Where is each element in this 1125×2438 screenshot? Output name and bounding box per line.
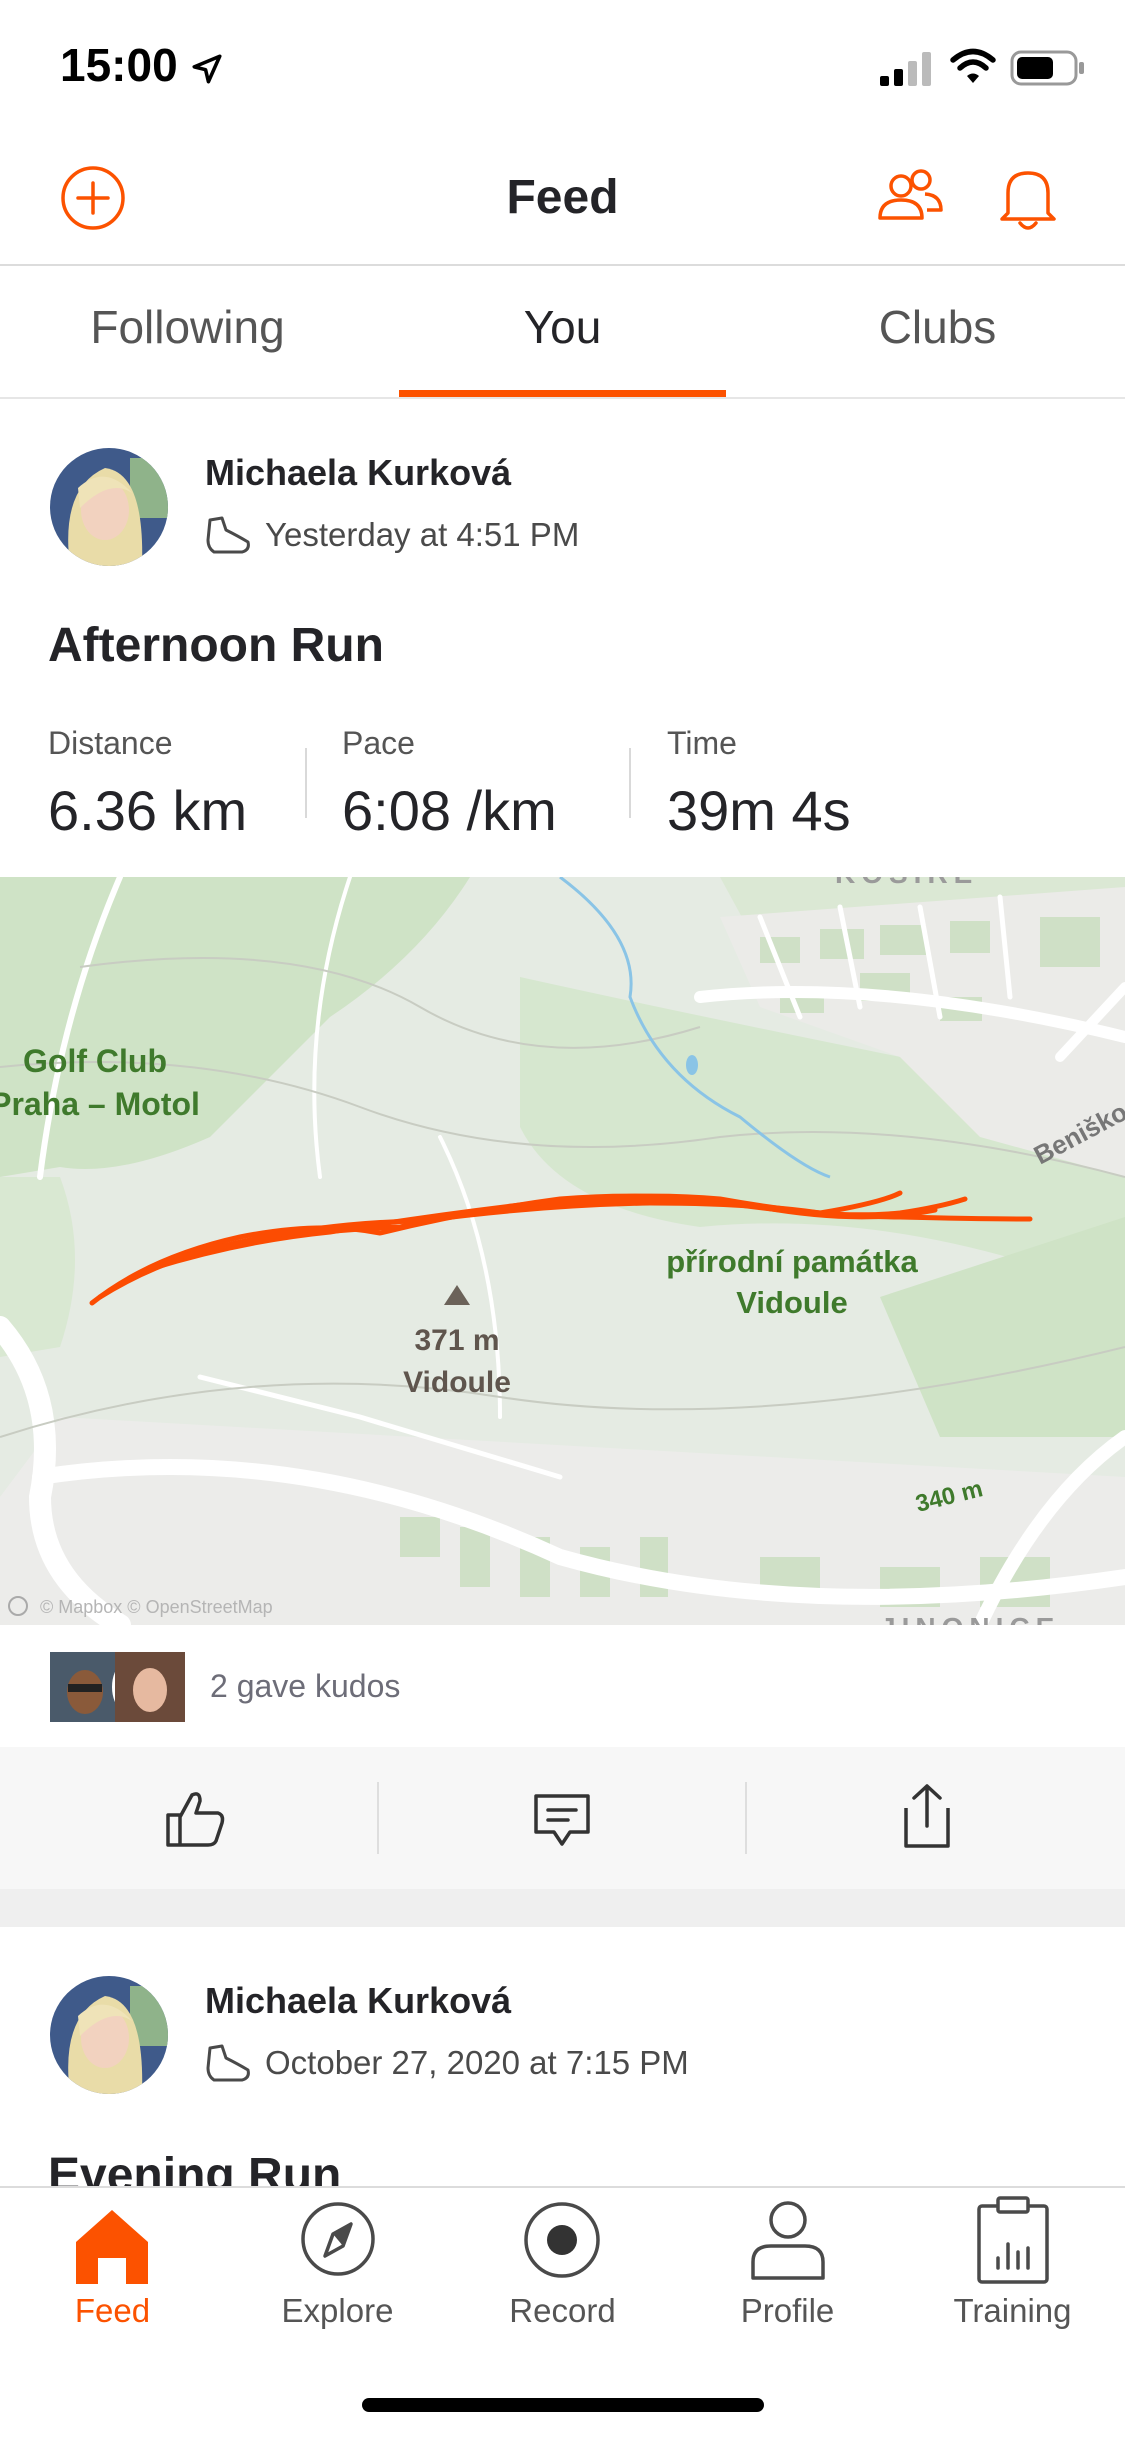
action-divider: [377, 1782, 379, 1854]
cellular-signal-icon: [880, 52, 931, 86]
map-pond: [686, 1055, 698, 1075]
run-shoe-icon: [206, 2044, 250, 2082]
map-canvas: Golf Club Praha – Motol 371 m Vidoule př…: [0, 877, 1125, 1625]
activity-timestamp: Yesterday at 4:51 PM: [265, 516, 580, 553]
tab-bar-label: Record: [509, 2292, 616, 2329]
tab-bar-label: Feed: [74, 2292, 151, 2329]
avatar[interactable]: [50, 448, 168, 566]
record-icon: [524, 2202, 600, 2278]
run-shoe-icon: [206, 516, 250, 554]
tabs-divider: [0, 397, 1125, 399]
map-label-reserve: přírodní památka: [666, 1244, 918, 1279]
location-arrow-icon: [192, 54, 222, 84]
kudos-thumbs-up-icon[interactable]: [162, 1785, 228, 1851]
wifi-icon: [950, 48, 996, 83]
tab-you[interactable]: You: [375, 300, 750, 354]
training-icon: [977, 2196, 1049, 2284]
tab-bar-label: Explore: [281, 2292, 394, 2329]
page-title: Feed: [506, 171, 619, 224]
activity-timestamp: October 27, 2020 at 7:15 PM: [265, 2044, 689, 2081]
kudos-avatar: [112, 1649, 188, 1725]
map-label-peak-elevation: 371 m: [414, 1324, 499, 1357]
stat-label-pace: Pace: [342, 725, 415, 761]
status-time: 15:00: [60, 39, 178, 91]
stat-value-pace: 6:08 /km: [342, 779, 557, 842]
stat-value-time: 39m 4s: [667, 779, 851, 842]
comment-icon[interactable]: [532, 1790, 592, 1850]
home-indicator[interactable]: [362, 2398, 764, 2412]
map-label-district-bottom: JINONICE: [880, 1612, 1060, 1625]
action-divider: [745, 1782, 747, 1854]
athlete-name[interactable]: Michaela Kurková: [205, 1980, 511, 2022]
avatar[interactable]: [50, 1976, 168, 2094]
map-label-reserve-line2: Vidoule: [736, 1285, 847, 1320]
header-divider: [0, 264, 1125, 266]
tab-clubs[interactable]: Clubs: [750, 300, 1125, 354]
home-icon: [76, 2210, 148, 2284]
kudos-count[interactable]: 2 gave kudos: [210, 1668, 400, 1705]
stat-divider: [629, 748, 631, 818]
activity-title[interactable]: Afternoon Run: [48, 618, 384, 673]
stat-divider: [305, 748, 307, 818]
athlete-name[interactable]: Michaela Kurková: [205, 452, 511, 494]
tab-following[interactable]: Following: [0, 300, 375, 354]
feed-separator: [0, 1889, 1125, 1927]
route-map[interactable]: Golf Club Praha – Motol 371 m Vidoule př…: [0, 877, 1125, 1625]
stat-label-distance: Distance: [48, 725, 173, 761]
battery-icon: [1010, 50, 1084, 86]
find-friends-icon[interactable]: [875, 168, 945, 226]
profile-icon: [751, 2201, 825, 2280]
stat-label-time: Time: [667, 725, 737, 761]
notifications-bell-icon[interactable]: [998, 165, 1058, 233]
share-icon[interactable]: [902, 1782, 952, 1850]
tab-bar-label: Training: [953, 2292, 1072, 2329]
tab-bar-label: Profile: [740, 2292, 835, 2329]
stat-value-distance: 6.36 km: [48, 779, 248, 842]
active-tab-indicator: [399, 390, 726, 397]
map-label-peak-name: Vidoule: [403, 1366, 511, 1399]
map-label-golf-club-line2: Praha – Motol: [0, 1086, 200, 1122]
map-label-golf-club: Golf Club: [23, 1043, 167, 1079]
compass-icon: [301, 2202, 375, 2276]
map-label-district-top: KOSIŘE: [835, 877, 978, 889]
map-attribution: © Mapbox © OpenStreetMap: [40, 1597, 273, 1617]
